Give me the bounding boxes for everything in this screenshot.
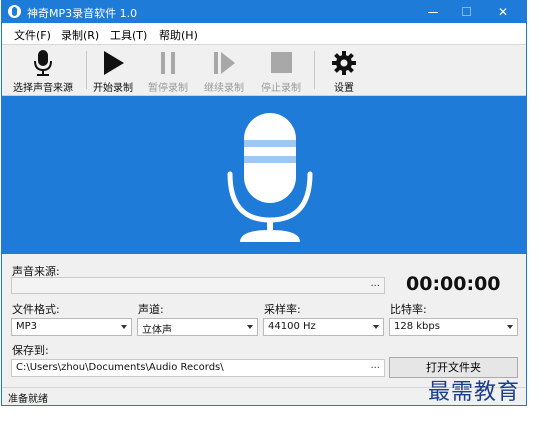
maximize-icon (462, 7, 471, 16)
minimize-button[interactable] (416, 1, 450, 23)
close-button[interactable]: ✕ (486, 1, 520, 23)
menu-bar: 文件(F) 录制(R) 工具(T) 帮助(H) (2, 23, 526, 45)
app-icon (8, 5, 21, 18)
save-path-field[interactable]: C:\Users\zhou\Documents\Audio Records\ .… (11, 359, 385, 377)
stop-record-button[interactable]: 停止录制 (258, 47, 304, 94)
maximize-button[interactable] (450, 1, 484, 23)
start-record-button[interactable]: 开始录制 (90, 47, 136, 94)
samplerate-value: 44100 Hz (268, 321, 316, 332)
bitrate-label: 比特率: (390, 303, 427, 316)
menu-record[interactable]: 录制(R) (61, 27, 99, 43)
channel-value: 立体声 (142, 325, 172, 336)
samplerate-select[interactable]: 44100 Hz (263, 318, 384, 336)
microphone-banner (2, 96, 526, 254)
close-icon: ✕ (497, 5, 509, 19)
chevron-down-icon (247, 325, 253, 329)
chevron-down-icon (373, 325, 379, 329)
save-label: 保存到: (12, 344, 49, 357)
toolbar-separator (314, 51, 315, 89)
format-label: 文件格式: (12, 303, 60, 316)
format-select[interactable]: MP3 (11, 318, 132, 336)
window-title: 神奇MP3录音软件 1.0 (27, 7, 138, 20)
microphone-icon (34, 50, 52, 76)
toolbar: 选择声音来源 开始录制 暂停录制 继续录制 停止录制 设置 (2, 45, 526, 96)
pause-icon (161, 52, 175, 74)
format-value: MP3 (16, 321, 38, 332)
record-timer: 00:00:00 (406, 273, 501, 295)
resume-record-label: 继续录制 (204, 83, 244, 94)
resume-record-button[interactable]: 继续录制 (201, 47, 247, 94)
chevron-down-icon (121, 325, 127, 329)
pause-record-label: 暂停录制 (148, 83, 188, 94)
bitrate-select[interactable]: 128 kbps (389, 318, 518, 336)
toolbar-separator (86, 51, 87, 89)
start-record-label: 开始录制 (93, 83, 133, 94)
source-browse-button[interactable]: ... (370, 278, 380, 289)
select-source-button[interactable]: 选择声音来源 (8, 47, 78, 94)
minimize-icon (428, 12, 438, 13)
menu-file[interactable]: 文件(F) (14, 27, 51, 43)
settings-label: 设置 (334, 83, 354, 94)
chevron-down-icon (507, 325, 513, 329)
resume-icon (214, 52, 235, 74)
title-bar[interactable]: 神奇MP3录音软件 1.0 ✕ (2, 1, 526, 23)
select-source-label: 选择声音来源 (13, 83, 73, 94)
stop-icon (271, 52, 292, 73)
settings-button[interactable]: 设置 (322, 47, 366, 94)
play-icon (104, 51, 124, 75)
pause-record-button[interactable]: 暂停录制 (145, 47, 191, 94)
source-field[interactable]: ... (11, 277, 385, 294)
status-text: 准备就绪 (8, 394, 48, 405)
menu-help[interactable]: 帮助(H) (159, 27, 198, 43)
microphone-icon (227, 113, 313, 242)
channel-label: 声道: (138, 303, 164, 316)
save-browse-button[interactable]: ... (370, 360, 380, 371)
gear-icon (332, 51, 356, 75)
menu-tools[interactable]: 工具(T) (110, 27, 147, 43)
samplerate-label: 采样率: (264, 303, 301, 316)
stop-record-label: 停止录制 (261, 83, 301, 94)
channel-select[interactable]: 立体声 (137, 318, 258, 336)
bitrate-value: 128 kbps (394, 321, 440, 332)
watermark-text: 最需教育 (428, 380, 521, 405)
save-path-value: C:\Users\zhou\Documents\Audio Records\ (16, 362, 224, 373)
app-window: 神奇MP3录音软件 1.0 ✕ 文件(F) 录制(R) 工具(T) 帮助(H) … (1, 0, 527, 406)
